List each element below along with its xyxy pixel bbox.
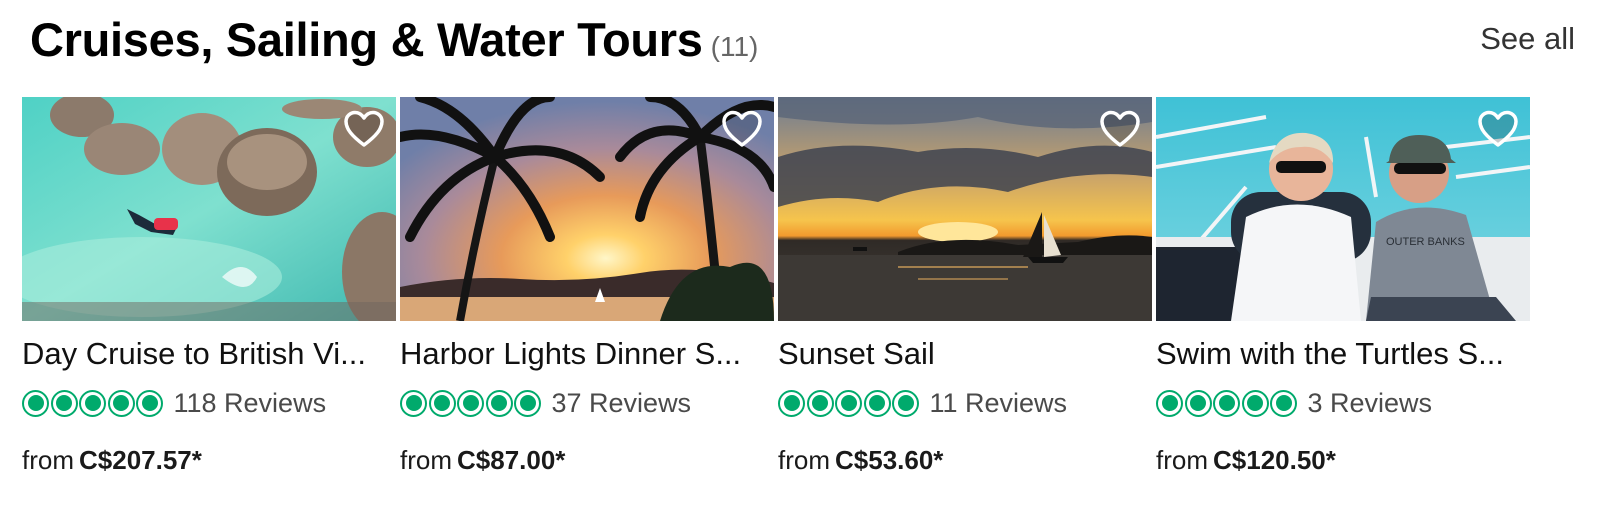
rating-bubble-icon bbox=[1241, 389, 1269, 417]
rating-bubble-icon bbox=[1156, 389, 1183, 417]
rating-bubble-icon bbox=[22, 389, 49, 417]
rating-bubble-icon bbox=[485, 389, 513, 417]
rating-bubble-icon bbox=[400, 389, 427, 417]
rating-bubbles bbox=[22, 389, 165, 417]
rating-bubble-icon bbox=[806, 389, 834, 417]
rating-row: 3 Reviews bbox=[1156, 387, 1432, 419]
price-line: from C$53.60* bbox=[778, 445, 943, 476]
rating-bubble-icon bbox=[778, 389, 805, 417]
rating-bubble-icon bbox=[1270, 389, 1297, 417]
product-title[interactable]: Day Cruise to British Vi... bbox=[22, 336, 396, 372]
couple-on-boat-photo: OUTER BANKS bbox=[1156, 97, 1530, 321]
price-line: from C$87.00* bbox=[400, 445, 565, 476]
sailboat-sunset-photo bbox=[778, 97, 1152, 321]
section-header: Cruises, Sailing & Water Tours (11) See a… bbox=[30, 10, 1575, 70]
product-card[interactable]: Harbor Lights Dinner S... 37 Reviews fro… bbox=[400, 97, 774, 477]
rating-bubble-icon bbox=[892, 389, 919, 417]
section-title: Cruises, Sailing & Water Tours (11) bbox=[30, 12, 758, 67]
product-card[interactable]: Day Cruise to British Vi... 118 Reviews … bbox=[22, 97, 396, 477]
rating-bubble-icon bbox=[79, 389, 106, 417]
section-title-text: Cruises, Sailing & Water Tours bbox=[30, 13, 703, 66]
rating-bubbles bbox=[778, 389, 921, 417]
product-title[interactable]: Sunset Sail bbox=[778, 336, 1152, 372]
product-photo[interactable] bbox=[400, 97, 774, 321]
rating-bubble-icon bbox=[835, 389, 862, 417]
svg-text:OUTER BANKS: OUTER BANKS bbox=[1386, 236, 1465, 248]
rating-row: 37 Reviews bbox=[400, 387, 691, 419]
rating-bubbles bbox=[1156, 389, 1299, 417]
rating-row: 11 Reviews bbox=[778, 387, 1067, 419]
review-count[interactable]: 3 Reviews bbox=[1308, 388, 1433, 419]
product-card[interactable]: Sunset Sail 11 Reviews from C$53.60* bbox=[778, 97, 1152, 477]
price-prefix: from bbox=[22, 445, 74, 475]
product-title[interactable]: Swim with the Turtles S... bbox=[1156, 336, 1530, 372]
price-prefix: from bbox=[400, 445, 452, 475]
see-all-link[interactable]: See all bbox=[1480, 21, 1575, 57]
rating-bubble-icon bbox=[1213, 389, 1240, 417]
rating-bubble-icon bbox=[514, 389, 541, 417]
price-line: from C$120.50* bbox=[1156, 445, 1336, 476]
price-amount: C$120.50* bbox=[1213, 445, 1336, 475]
rating-bubbles bbox=[400, 389, 543, 417]
heart-outline-icon[interactable] bbox=[343, 110, 385, 148]
rating-bubble-icon bbox=[107, 389, 135, 417]
heart-outline-icon[interactable] bbox=[1099, 110, 1141, 148]
palm-sunset-photo bbox=[400, 97, 774, 321]
product-photo[interactable] bbox=[22, 97, 396, 321]
review-count[interactable]: 11 Reviews bbox=[930, 388, 1068, 419]
snorkeler-photo bbox=[22, 97, 396, 321]
rating-row: 118 Reviews bbox=[22, 387, 326, 419]
product-title[interactable]: Harbor Lights Dinner S... bbox=[400, 336, 774, 372]
price-prefix: from bbox=[778, 445, 830, 475]
rating-bubble-icon bbox=[457, 389, 484, 417]
price-amount: C$87.00* bbox=[457, 445, 566, 475]
price-prefix: from bbox=[1156, 445, 1208, 475]
product-photo[interactable]: OUTER BANKS bbox=[1156, 97, 1530, 321]
product-card[interactable]: OUTER BANKS Swim with the Turtles S... 3… bbox=[1156, 97, 1530, 477]
rating-bubble-icon bbox=[863, 389, 891, 417]
rating-bubble-icon bbox=[1184, 389, 1212, 417]
section-count: (11) bbox=[710, 31, 759, 62]
rating-bubble-icon bbox=[136, 389, 163, 417]
product-photo[interactable] bbox=[778, 97, 1152, 321]
price-amount: C$53.60* bbox=[835, 445, 944, 475]
rating-bubble-icon bbox=[428, 389, 456, 417]
rating-bubble-icon bbox=[50, 389, 78, 417]
heart-outline-icon[interactable] bbox=[1477, 110, 1519, 148]
price-amount: C$207.57* bbox=[79, 445, 202, 475]
price-line: from C$207.57* bbox=[22, 445, 202, 476]
review-count[interactable]: 37 Reviews bbox=[552, 388, 692, 419]
heart-outline-icon[interactable] bbox=[721, 110, 763, 148]
review-count[interactable]: 118 Reviews bbox=[174, 388, 327, 419]
